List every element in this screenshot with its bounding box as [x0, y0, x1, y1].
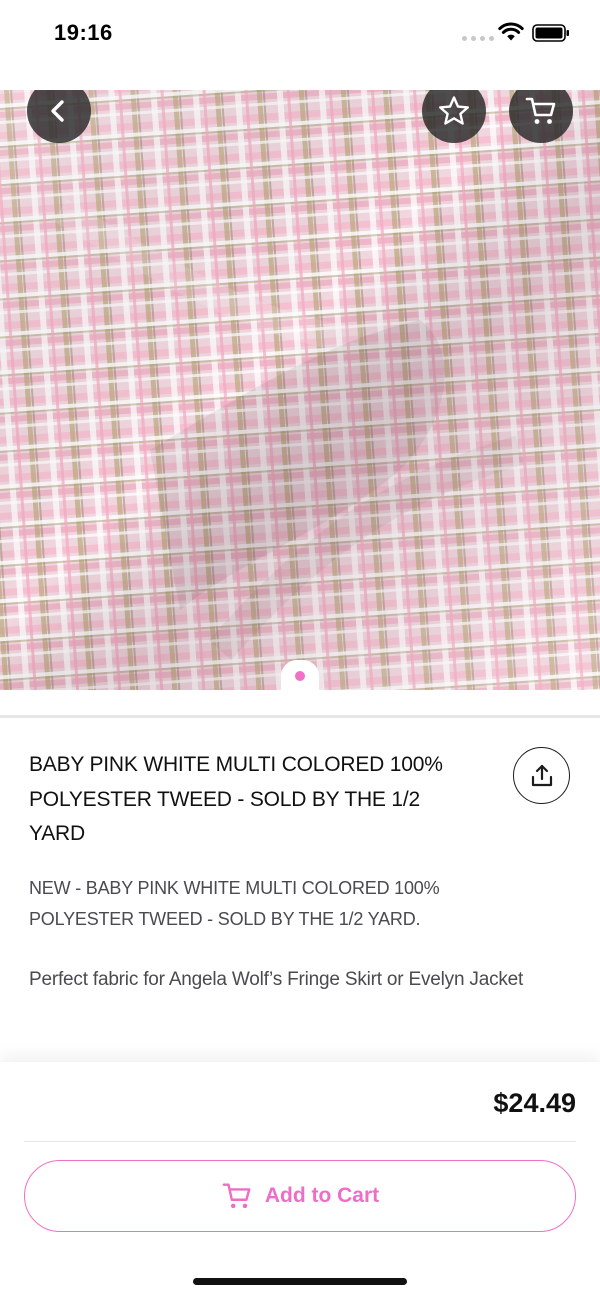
purchase-panel: $24.49 Add to Cart [0, 1062, 600, 1299]
fabric-image [0, 90, 600, 690]
divider [24, 1141, 576, 1142]
product-note: Perfect fabric for Angela Wolf’s Fringe … [29, 969, 524, 990]
status-time: 19:16 [54, 20, 113, 45]
signal-icon [462, 36, 494, 41]
carousel-indicator [281, 660, 319, 692]
divider [0, 715, 600, 718]
status-bar: 19:16 [0, 0, 600, 66]
battery-icon [532, 24, 569, 42]
carousel-dot-active [295, 671, 305, 681]
star-icon [439, 96, 469, 125]
chevron-left-icon [51, 100, 64, 122]
add-to-cart-button[interactable]: Add to Cart [24, 1160, 576, 1232]
product-title: BABY PINK WHITE MULTI COLORED 100% POLYE… [29, 753, 443, 845]
add-to-cart-label: Add to Cart [264, 1184, 380, 1207]
cart-icon [222, 1183, 251, 1209]
home-indicator[interactable] [193, 1278, 407, 1285]
product-image[interactable] [0, 90, 600, 690]
product-description: NEW - BABY PINK WHITE MULTI COLORED 100%… [29, 878, 440, 929]
cart-icon [525, 97, 556, 124]
share-button[interactable] [513, 747, 570, 804]
share-icon [531, 764, 552, 786]
wifi-icon [498, 22, 524, 41]
product-price: $24.49 [493, 1088, 576, 1118]
